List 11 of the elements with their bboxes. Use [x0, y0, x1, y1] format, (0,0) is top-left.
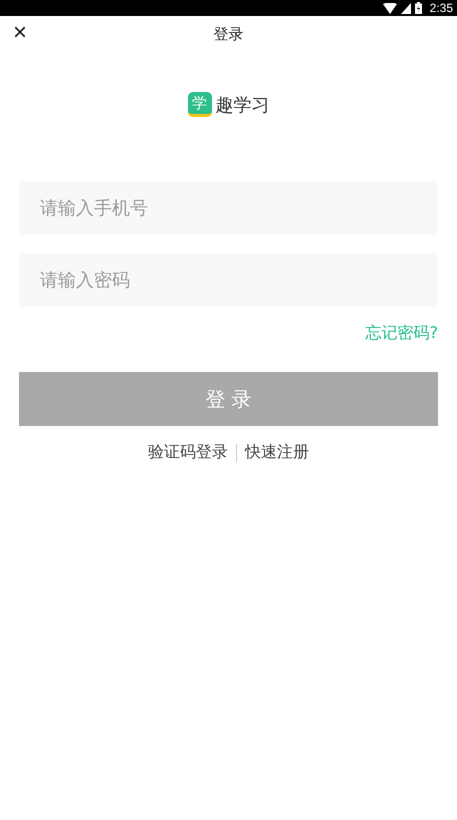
app-logo-icon: 学 [188, 92, 212, 117]
input-field[interactable]: 请输入手机号 [19, 181, 438, 235]
text-link[interactable]: 快速注册 [245, 442, 309, 463]
app-name: 趣学习 [216, 94, 270, 116]
wifi-icon [382, 2, 397, 14]
close-button[interactable]: × [10, 21, 30, 45]
input-field[interactable]: 请输入密码 [19, 253, 438, 307]
page-title: 登录 [214, 24, 244, 44]
text-link[interactable]: 验证码登录 [148, 442, 228, 463]
signal-icon [400, 2, 411, 14]
status-time: 2:35 [430, 1, 453, 15]
